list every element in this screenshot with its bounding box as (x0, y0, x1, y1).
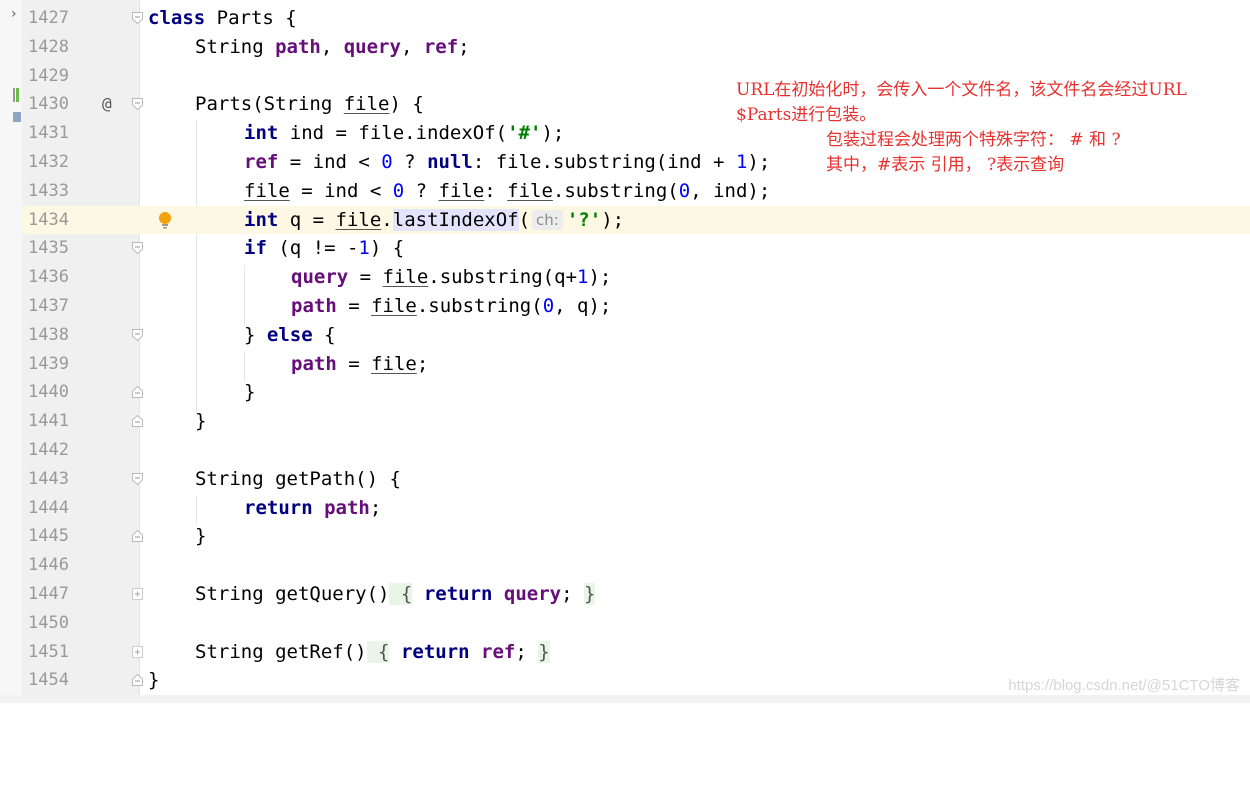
watermark: https://blog.csdn.net/@51CTO博客 (1008, 677, 1240, 694)
line-number: 1433 (28, 180, 69, 201)
annotation-comment: URL在初始化时，会传入一个文件名，该文件名会经过URL $Parts进行包装。 (736, 78, 1187, 128)
fold-collapse-icon[interactable] (132, 12, 143, 24)
fold-expand-icon[interactable] (132, 587, 143, 600)
code-text: String path, query, ref; (195, 35, 470, 58)
code-text: class Parts { (148, 7, 297, 29)
line-number: 1428 (28, 36, 69, 57)
code-line[interactable]: 1450 (0, 609, 1250, 638)
code-text: } (148, 669, 160, 692)
code-text: } (195, 410, 207, 433)
annotation-line: 包装过程会处理两个特殊字符： # 和 ? (826, 130, 1121, 150)
code-text: String getRef() { return ref; } (195, 640, 550, 663)
fold-end-icon[interactable] (132, 415, 143, 428)
folded-region: { (389, 582, 413, 605)
annotation-line: 其中，#表示 引用， ?表示查询 (826, 155, 1065, 175)
code-line[interactable]: 1442 (0, 436, 1250, 465)
code-line[interactable]: 1428 String path, query, ref; (0, 33, 1250, 62)
code-text: int q = file.lastIndexOf(ch: '?'); (244, 208, 625, 231)
lightbulb-intention-icon[interactable] (158, 211, 172, 231)
code-line[interactable]: 1435 if (q != -1) { (0, 234, 1250, 263)
annotation-marker-icon[interactable]: @ (102, 90, 112, 119)
line-number: 1427 (28, 8, 69, 28)
fold-collapse-icon[interactable] (132, 242, 143, 255)
code-line[interactable]: 1440 } (0, 378, 1250, 407)
code-text: } else { (244, 323, 336, 346)
code-line[interactable]: 1444 return path; (0, 494, 1250, 523)
code-line[interactable]: 1443 String getPath() { (0, 465, 1250, 494)
annotation-line: $Parts进行包装。 (736, 105, 877, 125)
code-line[interactable]: 1446 (0, 551, 1250, 580)
code-line[interactable]: 1438 } else { (0, 321, 1250, 350)
folded-region: } (538, 640, 550, 663)
line-number: 1432 (28, 151, 69, 172)
annotation-comment: 包装过程会处理两个特殊字符： # 和 ? 其中，#表示 引用， ?表示查询 (826, 128, 1121, 178)
line-number: 1434 (22, 205, 80, 235)
fold-collapse-icon[interactable] (132, 98, 143, 111)
line-number: 1450 (28, 612, 69, 633)
line-number: 1447 (28, 583, 69, 604)
code-line[interactable]: 1445 } (0, 522, 1250, 551)
code-text: return path; (244, 496, 382, 519)
line-number: 1439 (28, 353, 69, 374)
code-line[interactable]: 1451 String getRef() { return ref; } (0, 638, 1250, 667)
code-text: path = file; (291, 352, 429, 375)
folded-region: { (366, 640, 390, 663)
bottom-border (0, 695, 1250, 703)
fold-end-icon[interactable] (132, 386, 143, 399)
code-text: String getPath() { (195, 467, 401, 490)
code-text: ref = ind < 0 ? null: file.substring(ind… (244, 150, 771, 173)
code-text: file = ind < 0 ? file: file.substring(0,… (244, 179, 771, 202)
fold-collapse-icon[interactable] (132, 328, 143, 341)
line-number: 1431 (28, 123, 69, 144)
fold-expand-icon[interactable] (132, 645, 143, 658)
line-number: 1429 (28, 65, 69, 86)
fold-collapse-icon[interactable] (132, 472, 143, 485)
code-line-current[interactable]: 1434 int q = file.lastIndexOf(ch: '?'); (0, 205, 1250, 235)
code-text: path = file.substring(0, q); (291, 294, 612, 317)
code-line[interactable]: 1433 file = ind < 0 ? file: file.substri… (0, 177, 1250, 206)
fold-end-icon[interactable] (132, 530, 143, 543)
code-line[interactable]: 1437 path = file.substring(0, q); (0, 292, 1250, 321)
line-number: 1445 (28, 526, 69, 547)
line-number: 1437 (28, 295, 69, 316)
code-text: if (q != -1) { (244, 237, 405, 260)
parameter-hint: ch: (532, 209, 563, 230)
code-text: int ind = file.indexOf('#'); (244, 122, 565, 145)
code-text: query = file.substring(q+1); (291, 266, 612, 289)
line-number: 1451 (28, 641, 69, 662)
annotation-line: URL在初始化时，会传入一个文件名，该文件名会经过URL (736, 80, 1187, 100)
line-number: 1438 (28, 324, 69, 345)
fold-end-icon[interactable] (132, 674, 143, 687)
line-number: 1454 (28, 670, 69, 691)
selected-identifier: lastIndexOf (392, 208, 519, 231)
code-line[interactable]: 1436 query = file.substring(q+1); (0, 263, 1250, 292)
code-line[interactable]: 1441 } (0, 407, 1250, 436)
line-number: 1436 (28, 267, 69, 288)
line-number: 1446 (28, 555, 69, 576)
folded-region: } (584, 582, 596, 605)
line-number: 1442 (28, 439, 69, 460)
code-text: } (244, 381, 256, 404)
code-text: Parts(String file) { (195, 93, 424, 116)
line-number: 1441 (28, 411, 69, 432)
code-text: String getQuery() { return query; } (195, 582, 596, 605)
line-number: 1430 (28, 94, 69, 115)
line-number: 1435 (28, 238, 69, 259)
code-line[interactable]: 1447 String getQuery() { return query; } (0, 580, 1250, 609)
line-number: 1440 (28, 382, 69, 403)
line-number: 1444 (28, 497, 69, 518)
code-text: } (195, 525, 207, 548)
code-line[interactable]: 1427 class Parts { (0, 4, 1250, 33)
code-line[interactable]: 1439 path = file; (0, 350, 1250, 379)
line-number: 1443 (28, 468, 69, 489)
